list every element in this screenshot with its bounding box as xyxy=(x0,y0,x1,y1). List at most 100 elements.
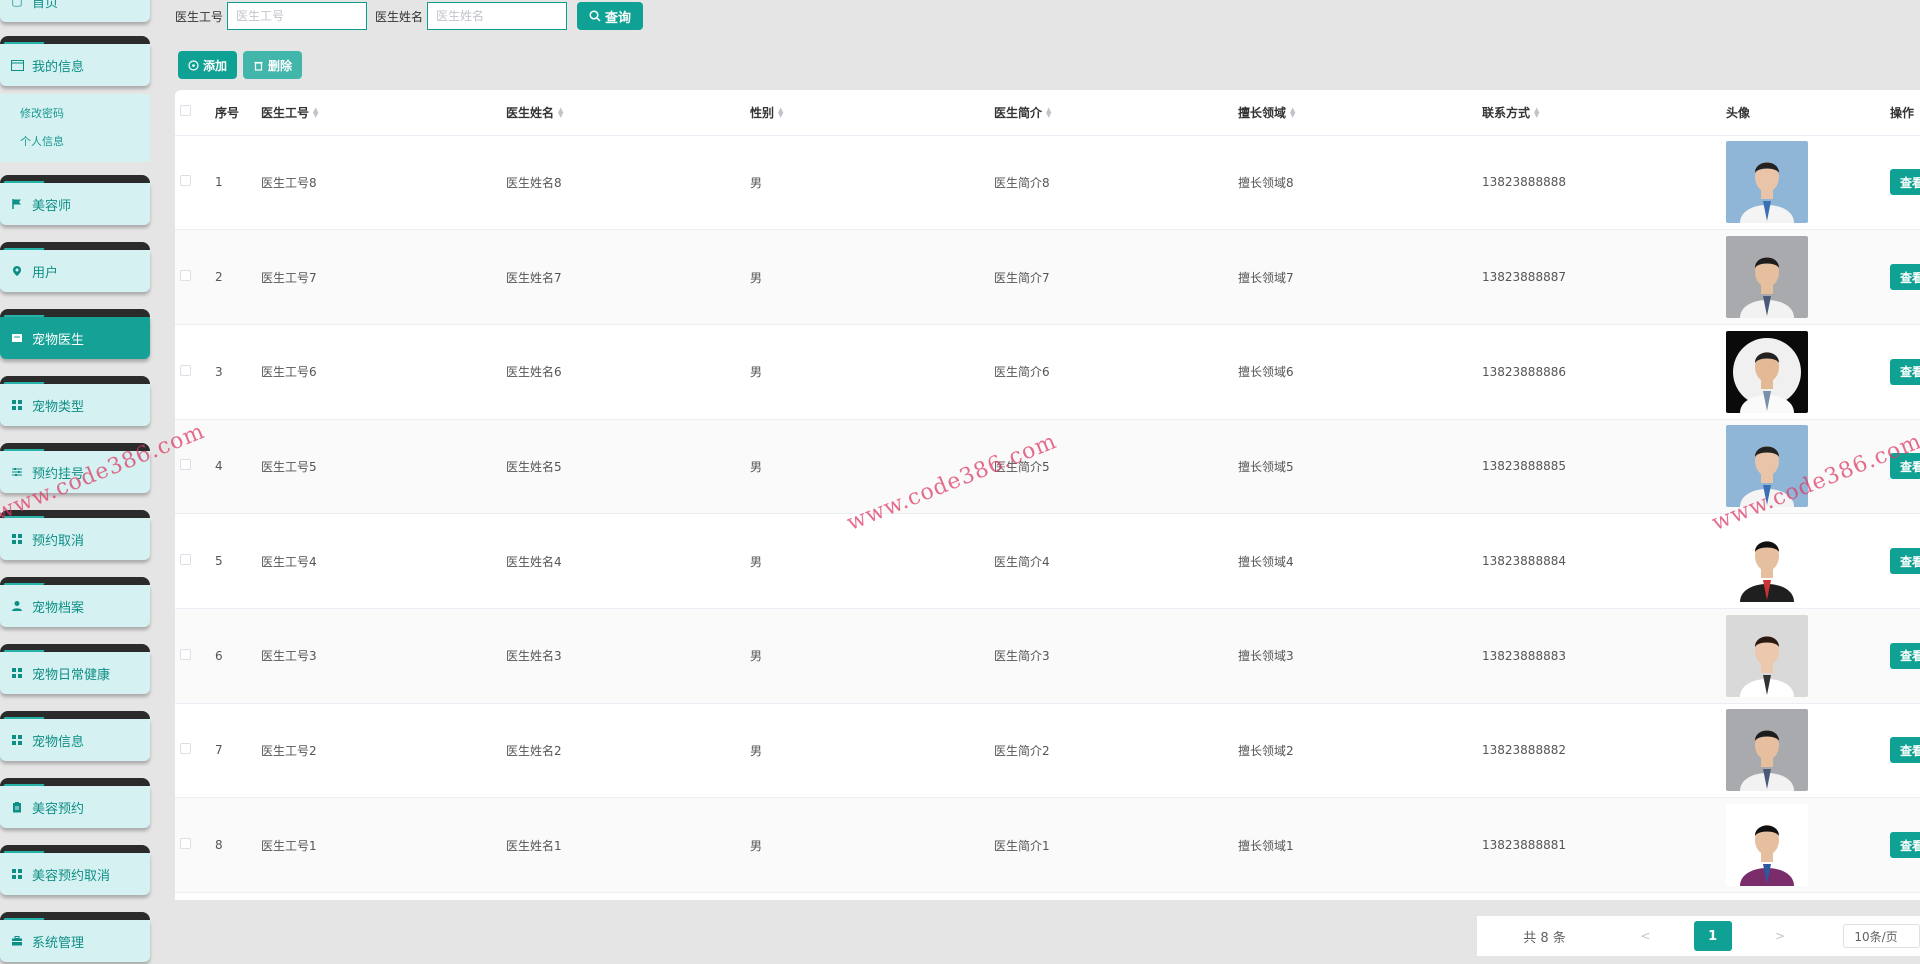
sidebar-item-7[interactable]: 宠物日常健康 xyxy=(0,652,150,694)
sidebar-item-10[interactable]: 美容预约取消 xyxy=(0,853,150,895)
doctor-name-input[interactable] xyxy=(427,2,568,30)
cell-phone: 13823888886 xyxy=(1482,324,1726,420)
select-all-checkbox[interactable] xyxy=(180,105,191,117)
header-label: 医生姓名 xyxy=(506,105,555,120)
row-checkbox[interactable] xyxy=(180,743,191,755)
avatar[interactable] xyxy=(1726,614,1808,697)
row-checkbox[interactable] xyxy=(180,648,191,660)
sidebar-item-label: 美容预约取消 xyxy=(32,868,111,884)
view-button[interactable]: 查看 xyxy=(1890,832,1920,859)
avatar[interactable] xyxy=(1726,804,1808,887)
header-gender[interactable]: 性别 ▲ ▼ xyxy=(750,90,994,136)
sidebar-item-1[interactable]: 用户 xyxy=(0,250,150,292)
header-intro[interactable]: 医生简介 ▲ ▼ xyxy=(994,90,1238,136)
table-row[interactable]: 6 医生工号3 医生姓名3 男医生简介3 擅长领域3 13823888883 查看 xyxy=(175,608,1920,704)
avatar[interactable] xyxy=(1726,141,1808,224)
sidebar-item-2[interactable]: 宠物医生 xyxy=(0,317,150,359)
table-row[interactable]: 5 医生工号4 医生姓名4 男医生简介4 擅长领域4 13823888884 查看 xyxy=(175,513,1920,609)
add-button[interactable]: 添加 xyxy=(178,51,238,79)
view-button[interactable]: 查看 xyxy=(1890,264,1920,291)
header-phone[interactable]: 联系方式 ▲ ▼ xyxy=(1482,90,1726,136)
cell-name: 医生姓名6 xyxy=(506,324,750,420)
avatar[interactable] xyxy=(1726,709,1808,792)
cell-intro: 医生简介8 xyxy=(994,135,1238,231)
sidebar-item-5[interactable]: 预约取消 xyxy=(0,518,150,560)
avatar[interactable] xyxy=(1726,330,1808,413)
cell-doctor-id: 医生工号2 xyxy=(261,703,506,799)
avatar[interactable] xyxy=(1726,236,1808,319)
sort-icon[interactable]: ▲ ▼ xyxy=(1534,107,1539,119)
sort-icon[interactable]: ▲ ▼ xyxy=(313,107,318,119)
id-card-icon xyxy=(10,58,24,72)
row-checkbox[interactable] xyxy=(180,364,191,376)
sort-icon[interactable]: ▲ ▼ xyxy=(1046,107,1051,119)
pagination-prev-button[interactable]: < xyxy=(1612,929,1679,943)
view-button[interactable]: 查看 xyxy=(1890,548,1920,575)
row-checkbox[interactable] xyxy=(180,459,191,471)
sidebar-item-0[interactable]: 美容师 xyxy=(0,183,150,225)
header-label: 医生简介 xyxy=(994,105,1043,120)
pagination-page-1[interactable]: 1 xyxy=(1693,921,1732,951)
delete-button[interactable]: 删除 xyxy=(243,51,303,79)
table-row[interactable]: 3 医生工号6 医生姓名6 男医生简介6 擅长领域6 13823888886 查看 xyxy=(175,324,1920,420)
avatar[interactable] xyxy=(1726,520,1808,603)
header-doctor-id[interactable]: 医生工号 ▲ ▼ xyxy=(261,90,506,136)
cell-phone: 13823888884 xyxy=(1482,513,1726,609)
table-row[interactable]: 4 医生工号5 医生姓名5 男医生简介5 擅长领域5 13823888885 查看 xyxy=(175,419,1920,515)
row-checkbox[interactable] xyxy=(180,175,191,187)
view-button[interactable]: 查看 xyxy=(1890,169,1920,196)
add-label: 添加 xyxy=(203,58,228,73)
query-button[interactable]: 查询 xyxy=(577,2,644,30)
sidebar-item-4[interactable]: 预约挂号 xyxy=(0,451,150,493)
sidebar-item-label: 宠物信息 xyxy=(32,734,85,750)
cell-name: 医生姓名1 xyxy=(506,797,750,893)
doctor-id-label: 医生工号 xyxy=(175,9,224,24)
user-icon xyxy=(10,599,24,613)
sidebar-item-9[interactable]: 美容预约 xyxy=(0,786,150,828)
sidebar-item-my-info[interactable]: 我的信息 xyxy=(0,44,150,86)
sidebar-subitem-personal-info[interactable]: 个人信息 xyxy=(0,128,150,156)
header-name[interactable]: 医生姓名 ▲ ▼ xyxy=(506,90,750,136)
cell-gender: 男 xyxy=(750,419,994,515)
cell-index: 2 xyxy=(215,229,261,325)
cell-doctor-id: 医生工号3 xyxy=(261,608,506,704)
row-checkbox[interactable] xyxy=(180,270,191,282)
search-icon xyxy=(589,10,601,22)
sort-icon[interactable]: ▲ ▼ xyxy=(558,107,563,119)
row-checkbox[interactable] xyxy=(180,554,191,566)
sidebar-item-8[interactable]: 宠物信息 xyxy=(0,719,150,761)
sidebar-item-label: 宠物日常健康 xyxy=(32,667,111,683)
cell-field: 擅长领域5 xyxy=(1238,419,1482,515)
row-checkbox[interactable] xyxy=(180,838,191,850)
view-button[interactable]: 查看 xyxy=(1890,453,1920,480)
sort-icon[interactable]: ▲ ▼ xyxy=(1290,107,1295,119)
sidebar-item-11[interactable]: 系统管理 xyxy=(0,920,150,962)
page-size-select[interactable]: 10条/页 xyxy=(1843,924,1920,948)
cell-doctor-id: 医生工号4 xyxy=(261,513,506,609)
sidebar-item-3[interactable]: 宠物类型 xyxy=(0,384,150,426)
doctor-id-input[interactable] xyxy=(227,2,368,30)
sidebar-item-label: 预约挂号 xyxy=(32,466,85,482)
doctor-table: 序号 医生工号 ▲ ▼ 医生姓名 ▲ ▼ 性别 ▲ ▼ 医生简介 ▲ ▼ 擅长领域 ▲ ▼ 联系方式… xyxy=(175,90,1920,900)
sort-icon[interactable]: ▲ ▼ xyxy=(778,107,783,119)
avatar[interactable] xyxy=(1726,425,1808,508)
table-row[interactable]: 8 医生工号1 医生姓名1 男医生简介1 擅长领域1 13823888881 查看 xyxy=(175,797,1920,893)
cell-gender: 男 xyxy=(750,513,994,609)
view-button[interactable]: 查看 xyxy=(1890,358,1920,385)
pagination-next-button[interactable]: > xyxy=(1747,929,1814,943)
sidebar-item-home[interactable]: ▢ 首页 xyxy=(0,0,150,22)
plus-circle-icon xyxy=(188,59,199,71)
header-field[interactable]: 擅长领域 ▲ ▼ xyxy=(1238,90,1482,136)
view-button[interactable]: 查看 xyxy=(1890,642,1920,669)
sidebar-item-6[interactable]: 宠物档案 xyxy=(0,585,150,627)
cell-intro: 医生简介3 xyxy=(994,608,1238,704)
table-row[interactable]: 7 医生工号2 医生姓名2 男医生简介2 擅长领域2 13823888882 查看 xyxy=(175,703,1920,799)
sliders-icon xyxy=(10,465,24,479)
cell-doctor-id: 医生工号1 xyxy=(261,797,506,893)
table-row[interactable]: 2 医生工号7 医生姓名7 男医生简介7 擅长领域7 13823888887 查看 xyxy=(175,229,1920,325)
table-row[interactable]: 1 医生工号8 医生姓名8 男医生简介8 擅长领域8 13823888888 查看 xyxy=(175,135,1920,231)
view-button[interactable]: 查看 xyxy=(1890,737,1920,764)
cell-name: 医生姓名3 xyxy=(506,608,750,704)
cell-field: 擅长领域1 xyxy=(1238,797,1482,893)
sidebar-subitem-change-password[interactable]: 修改密码 xyxy=(0,100,150,128)
